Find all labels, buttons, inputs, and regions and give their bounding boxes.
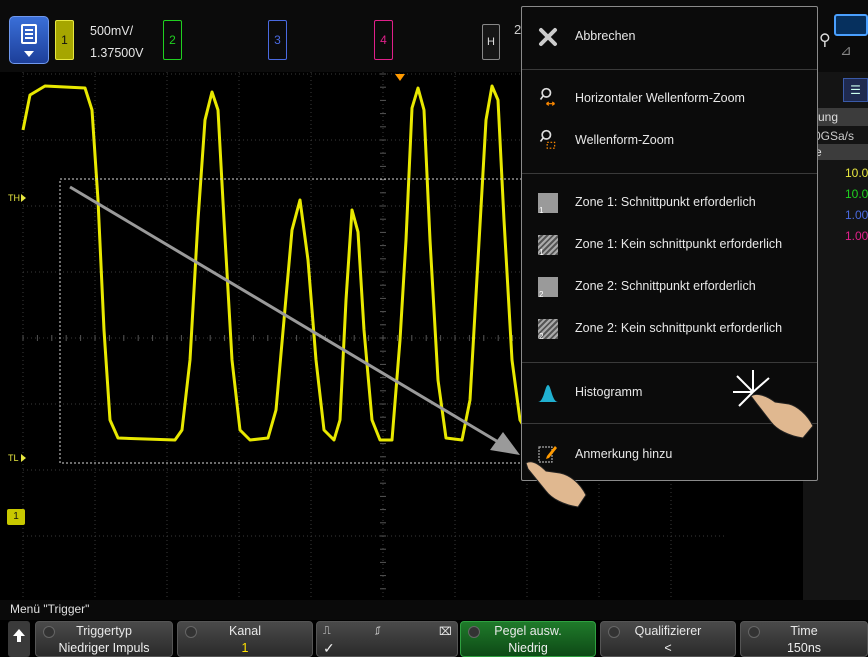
softkey-level-select[interactable]: Pegel ausw. Niedrig — [460, 621, 596, 657]
softkey-qualifier[interactable]: Qualifizierer < — [600, 621, 736, 657]
zone1-intersect-icon: 1 — [538, 193, 558, 215]
softkey-bar: Triggertyp Niedriger Impuls Kanal 1 ⎍ ⎎ … — [0, 620, 868, 657]
menu-separator — [522, 69, 817, 70]
softkey-polarity[interactable]: ⎍ ⎎ ⌧ ✓ — [316, 621, 458, 657]
menu-item-waveform-zoom[interactable]: Wellenform-Zoom — [522, 123, 817, 159]
both-pulse-icon: ⌧ — [439, 626, 452, 638]
probe-icon: ⚲ — [819, 32, 831, 49]
menu-separator — [522, 173, 817, 174]
trigger-low-marker: TL — [8, 453, 26, 463]
close-icon — [539, 28, 557, 46]
chevron-down-icon — [24, 51, 34, 57]
horizontal-button[interactable]: H — [482, 24, 500, 60]
horizontal-zoom-icon — [539, 87, 555, 106]
negative-pulse-icon: ⎎ — [375, 625, 381, 637]
trigger-high-marker: TH — [8, 193, 26, 203]
trigger-position-marker — [395, 74, 405, 81]
zoom-icon — [539, 129, 556, 149]
touch-hand-icon — [525, 461, 587, 508]
touch-mode-icon[interactable] — [834, 14, 868, 36]
softkey-channel[interactable]: Kanal 1 — [177, 621, 313, 657]
menu-list-icon — [21, 24, 37, 44]
probe-ratio-ch1: 10.0:1 — [845, 166, 868, 180]
side-panel-list-icon[interactable]: ☰ — [843, 78, 868, 102]
touch-hand-icon — [733, 370, 814, 439]
channel-1-ground-marker[interactable]: 1 — [7, 509, 25, 525]
probe-ratio-ch4: 1.00:1 — [845, 229, 868, 243]
softkey-trigger-type[interactable]: Triggertyp Niedriger Impuls — [35, 621, 173, 657]
channel-1-button[interactable]: 1 — [55, 20, 74, 60]
channel-2-button[interactable]: 2 — [163, 20, 182, 60]
probe-ratio-ch2: 10.0:1 — [845, 187, 868, 201]
menu-item-zone2-no-intersect[interactable]: 2 Zone 2: Kein schnittpunkt erforderlich — [522, 311, 817, 347]
menu-title: Menü "Trigger" — [0, 600, 868, 620]
drag-arrow-head — [490, 432, 520, 455]
back-button[interactable] — [8, 621, 30, 657]
gesture-icon: ⊿ — [840, 42, 852, 58]
menu-separator — [522, 362, 817, 363]
drag-arrow — [69, 185, 506, 448]
positive-pulse-icon: ⎍ — [323, 625, 331, 637]
menu-item-zone1-no-intersect[interactable]: 1 Zone 1: Kein schnittpunkt erforderlich — [522, 227, 817, 263]
check-icon: ✓ — [323, 640, 335, 656]
zone2-intersect-icon: 2 — [538, 277, 558, 299]
side-panel-sample-rate: 0GSa/s — [814, 129, 855, 143]
softkey-time[interactable]: Time 150ns — [740, 621, 868, 657]
menu-item-cancel[interactable]: Abbrechen — [522, 19, 817, 55]
menu-item-horizontal-zoom[interactable]: Horizontaler Wellenform-Zoom — [522, 81, 817, 117]
menu-item-zone2-intersect[interactable]: 2 Zone 2: Schnittpunkt erforderlich — [522, 269, 817, 305]
menu-item-zone1-intersect[interactable]: 1 Zone 1: Schnittpunkt erforderlich — [522, 185, 817, 221]
main-menu-button[interactable] — [9, 16, 49, 64]
zone2-no-intersect-icon: 2 — [538, 319, 558, 341]
channel-1-scale: 500mV/ — [90, 24, 134, 38]
channel-4-button[interactable]: 4 — [374, 20, 393, 60]
histogram-icon — [538, 385, 558, 402]
channel-3-button[interactable]: 3 — [268, 20, 287, 60]
channel-1-offset: 1.37500V — [90, 46, 144, 60]
channel-1-scale-readout[interactable]: 500mV/ 1.37500V — [90, 22, 144, 62]
zone1-no-intersect-icon: 1 — [538, 235, 558, 257]
probe-ratio-ch3: 1.00:1 — [845, 208, 868, 222]
